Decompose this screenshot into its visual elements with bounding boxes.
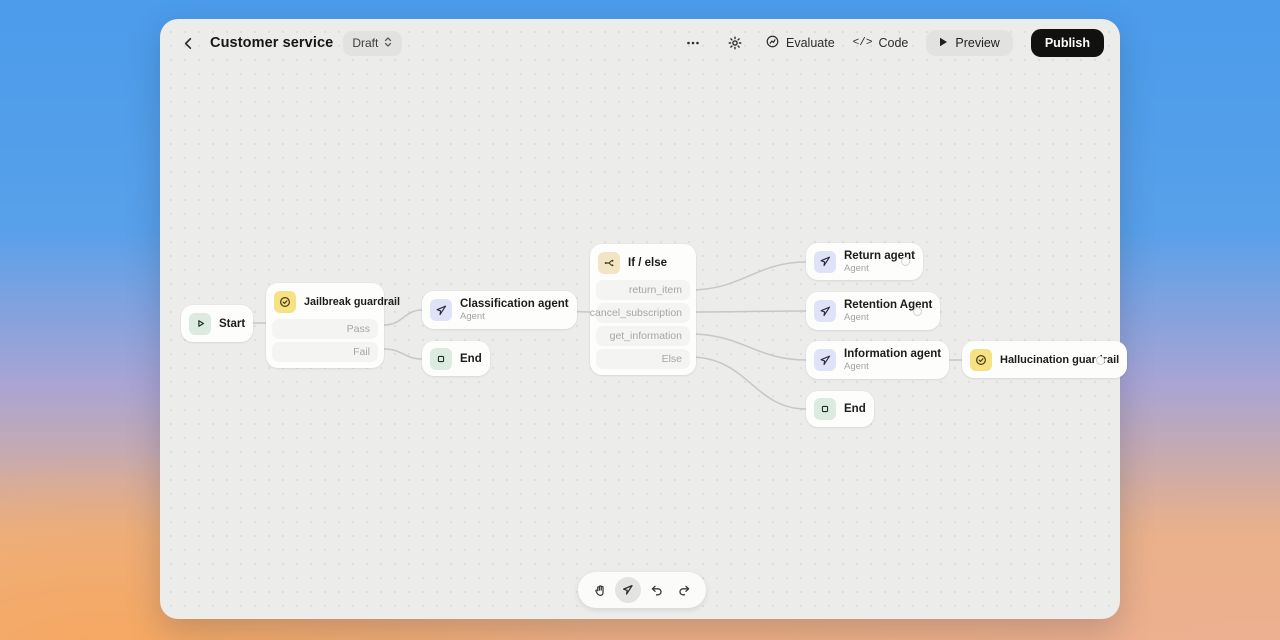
play-icon [189, 312, 211, 335]
stop-square-icon [814, 398, 836, 420]
header: Customer service Draft Evaluate </> Code… [160, 19, 1120, 67]
evaluate-button[interactable]: Evaluate [765, 34, 835, 52]
status-dropdown[interactable]: Draft [343, 30, 403, 56]
select-cursor-tool[interactable] [615, 577, 641, 603]
node-classification-agent[interactable]: Classification agent Agent [422, 291, 577, 329]
output-port[interactable] [901, 257, 910, 266]
back-button[interactable] [176, 31, 200, 55]
more-options-button[interactable] [681, 31, 705, 55]
node-if-else[interactable]: If / else return_item cancel_subscriptio… [590, 244, 696, 375]
branch-fail[interactable]: Fail [272, 342, 378, 362]
output-port[interactable] [913, 307, 922, 316]
node-end-2[interactable]: End [806, 391, 874, 427]
output-port[interactable] [1096, 356, 1105, 365]
publish-button[interactable]: Publish [1030, 29, 1104, 57]
branch-else[interactable]: Else [596, 349, 690, 369]
agent-cursor-icon [814, 250, 836, 273]
status-label: Draft [352, 36, 379, 50]
preview-button[interactable]: Preview [926, 30, 1013, 56]
canvas-toolbar [578, 572, 706, 608]
code-icon: </> [852, 37, 873, 49]
play-icon [939, 36, 948, 50]
pan-hand-tool[interactable] [587, 577, 613, 603]
stop-square-icon [430, 347, 452, 370]
branch-cancel-subscription[interactable]: cancel_subscription [590, 303, 690, 323]
agent-cursor-icon [430, 299, 452, 321]
workflow-canvas[interactable]: Customer service Draft Evaluate </> Code… [160, 19, 1128, 619]
settings-gear-icon[interactable] [723, 31, 747, 55]
guardrail-check-icon [274, 291, 296, 313]
branch-get-information[interactable]: get_information [596, 326, 690, 346]
chevron-updown-icon [383, 36, 393, 51]
node-jailbreak-guardrail[interactable]: Jailbreak guardrail Pass Fail [266, 283, 400, 368]
guardrail-check-icon [970, 348, 992, 371]
branch-split-icon [598, 252, 620, 274]
page-title: Customer service [210, 35, 334, 51]
agent-cursor-icon [814, 349, 836, 371]
agent-cursor-icon [814, 300, 836, 322]
node-end-1[interactable]: End [422, 341, 490, 376]
node-information-agent[interactable]: Information agent Agent [806, 341, 950, 379]
branch-return-item[interactable]: return_item [596, 280, 690, 300]
node-start[interactable]: Start [181, 305, 254, 342]
evaluate-icon [765, 34, 780, 52]
branch-pass[interactable]: Pass [272, 319, 378, 339]
undo-icon[interactable] [643, 577, 669, 603]
redo-icon[interactable] [671, 577, 697, 603]
code-button[interactable]: </> Code [853, 36, 909, 50]
